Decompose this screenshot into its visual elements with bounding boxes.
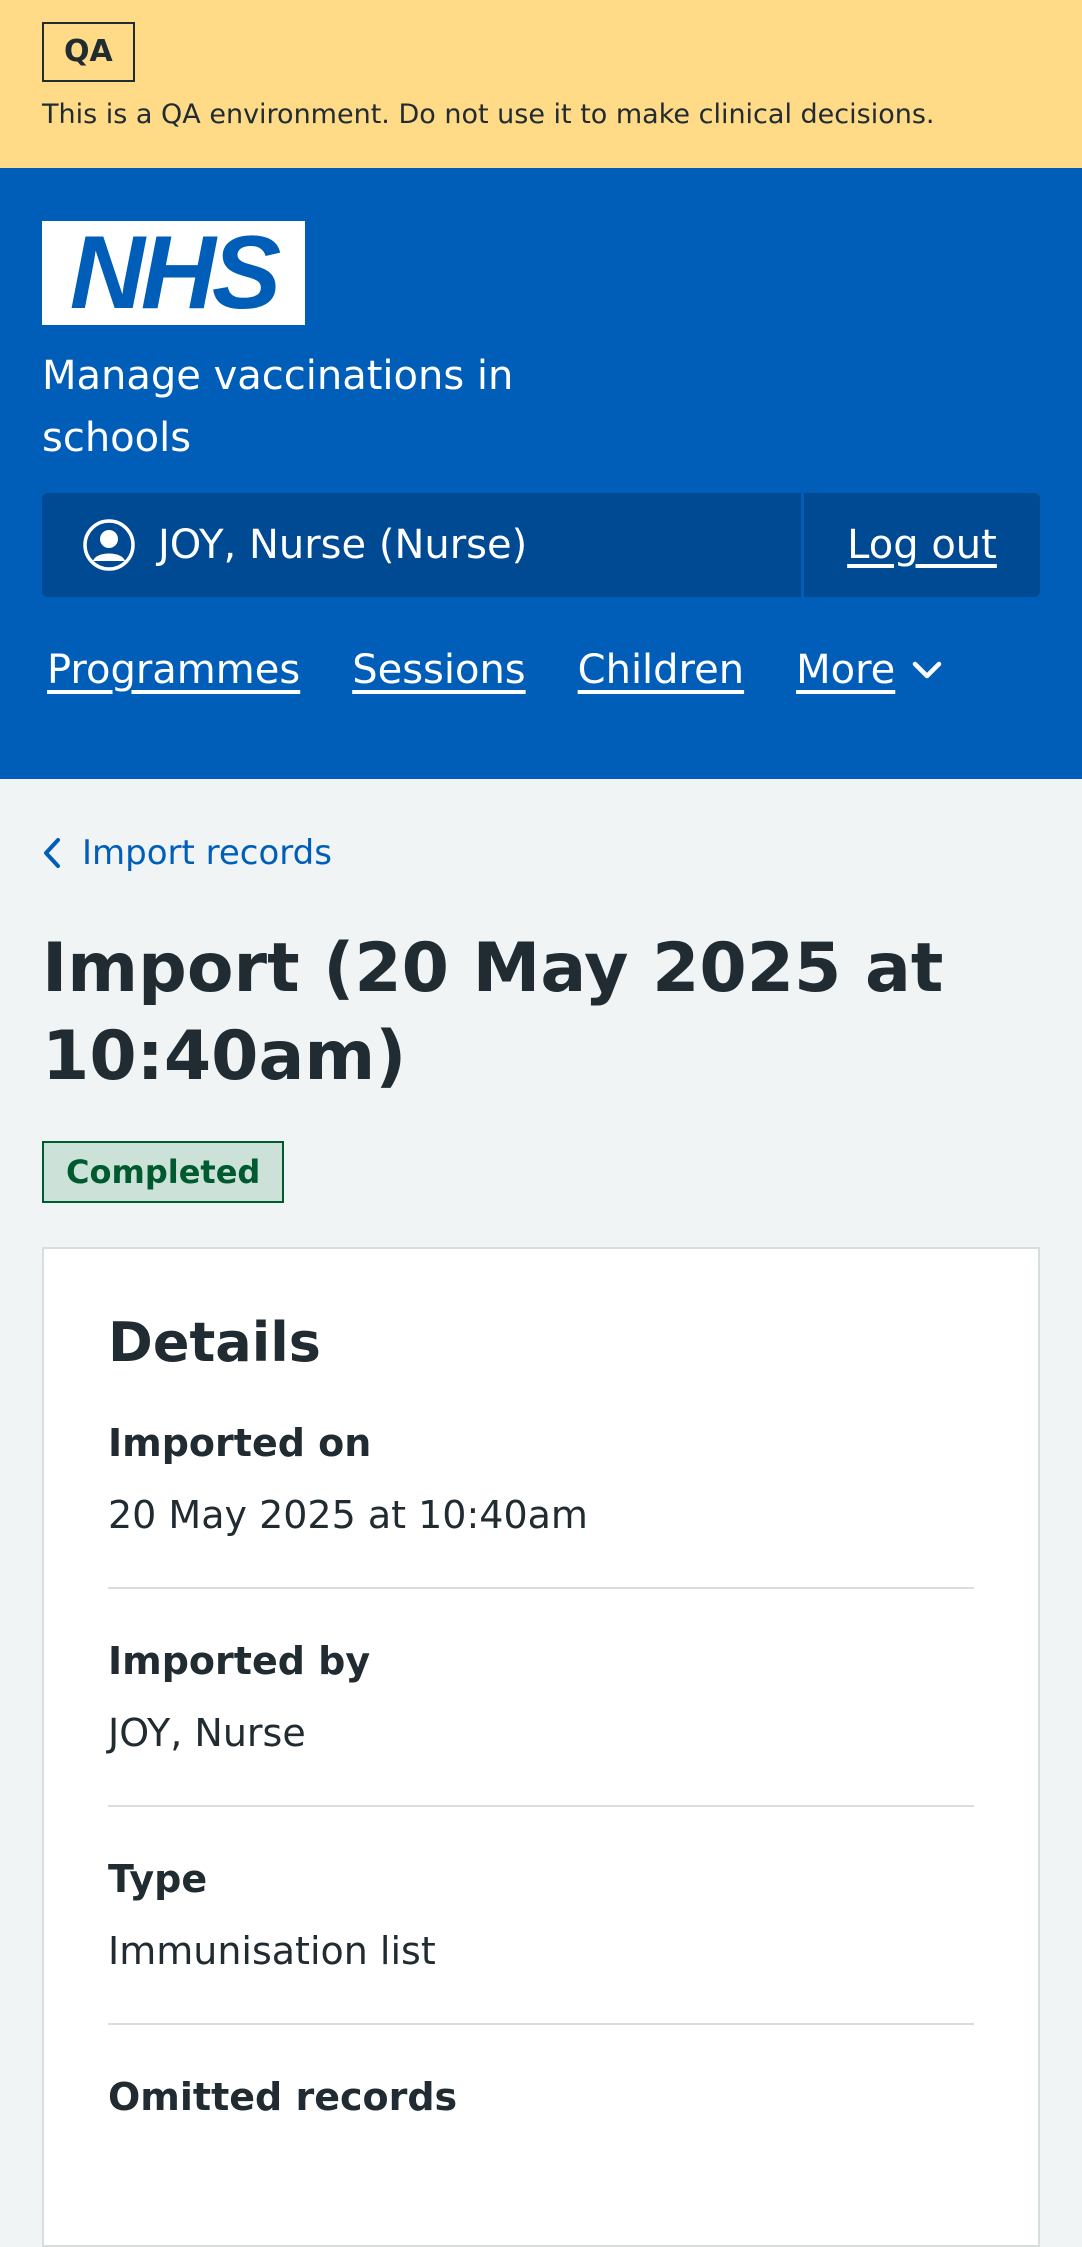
account-bar: JOY, Nurse (Nurse) Log out [42, 493, 1040, 597]
back-link[interactable]: Import records [42, 833, 1040, 873]
summary-key: Imported by [108, 1639, 371, 1683]
details-card: Details Imported on 20 May 2025 at 10:40… [42, 1247, 1040, 2247]
summary-value: Immunisation list [108, 1929, 436, 1973]
summary-row-imported-on: Imported on 20 May 2025 at 10:40am [108, 1421, 974, 1589]
nav-more-button[interactable]: More [796, 647, 943, 693]
summary-row-type: Type Immunisation list [108, 1857, 974, 2025]
account-user: JOY, Nurse (Nurse) [42, 493, 801, 597]
nav-item-programmes[interactable]: Programmes [47, 647, 300, 693]
nhs-logo-text: NHS [69, 215, 282, 331]
summary-row-omitted-records: Omitted records [108, 2075, 974, 2169]
qa-tag: QA [42, 22, 135, 82]
site-header: NHS Manage vaccinations in schools JOY, … [0, 168, 1082, 779]
page-title: Import (20 May 2025 at 10:40am) [42, 929, 944, 1096]
nhs-logo[interactable]: NHS [42, 221, 305, 325]
user-circle-icon [83, 519, 135, 571]
summary-row-imported-by: Imported by JOY, Nurse [108, 1639, 974, 1807]
details-heading: Details [108, 1311, 321, 1374]
summary-key: Imported on [108, 1421, 372, 1465]
primary-navigation: Programmes Sessions Children More [42, 647, 1040, 693]
summary-key: Type [108, 1857, 208, 1901]
back-link-label: Import records [82, 833, 332, 873]
summary-value: JOY, Nurse [108, 1711, 306, 1755]
main-content: Import records Import (20 May 2025 at 10… [0, 833, 1082, 2247]
summary-key: Omitted records [108, 2075, 458, 2119]
qa-environment-banner: QA This is a QA environment. Do not use … [0, 0, 1082, 168]
account-user-name: JOY, Nurse (Nurse) [158, 522, 528, 568]
nav-more-label: More [796, 647, 896, 693]
service-name[interactable]: Manage vaccinations in schools [42, 345, 562, 469]
nav-item-sessions[interactable]: Sessions [352, 647, 525, 693]
chevron-down-icon [913, 661, 942, 679]
nav-item-children[interactable]: Children [578, 647, 744, 693]
qa-message: This is a QA environment. Do not use it … [42, 99, 935, 130]
status-badge: Completed [42, 1141, 285, 1203]
chevron-left-icon [44, 838, 60, 868]
summary-value: 20 May 2025 at 10:40am [108, 1493, 588, 1537]
logout-link[interactable]: Log out [804, 493, 1040, 597]
